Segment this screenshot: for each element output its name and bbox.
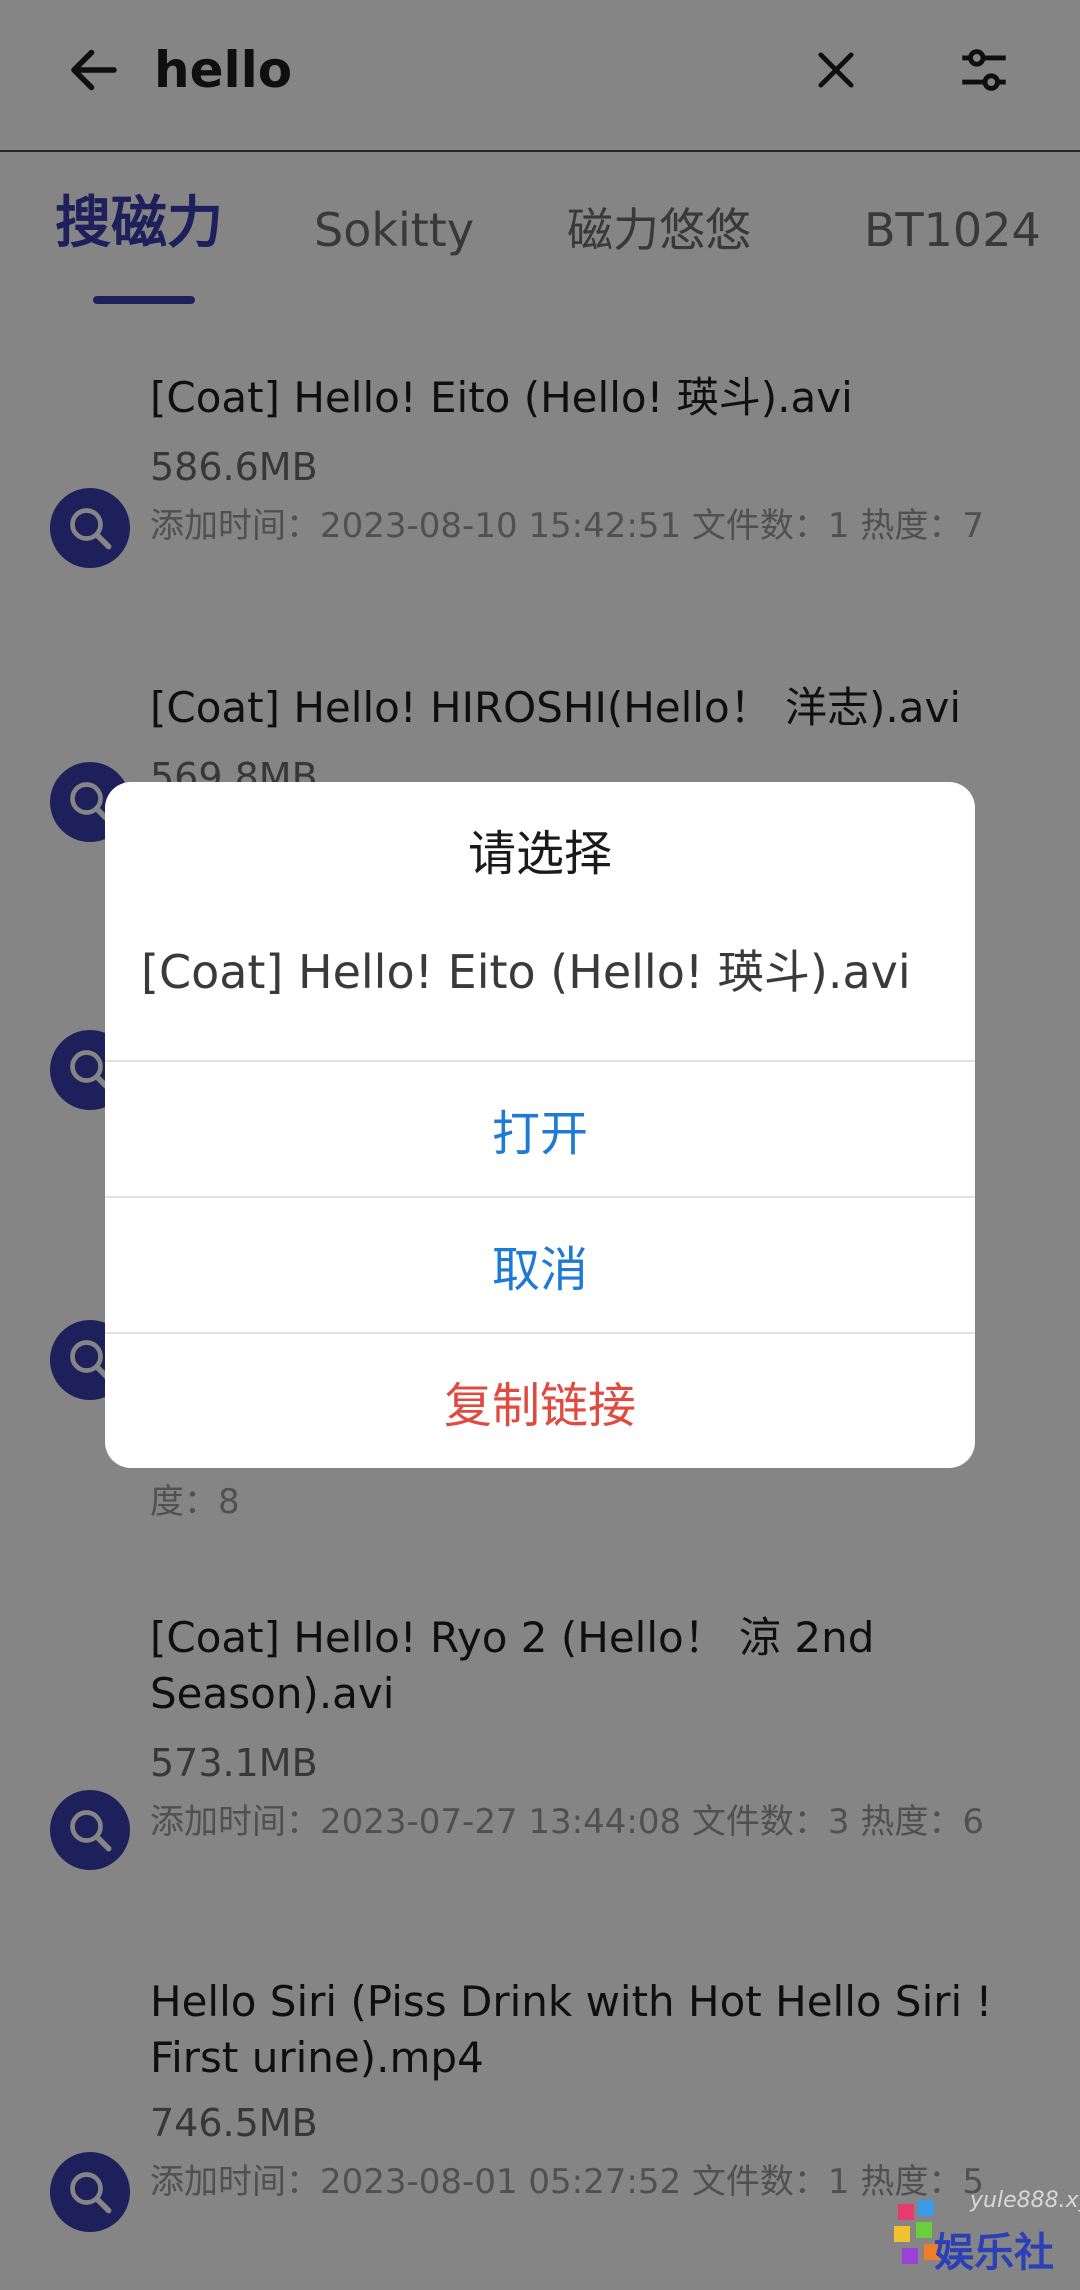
watermark-site: yule888.xyz — [970, 2188, 1080, 2213]
app-screen: hello 搜磁力 Sokitty 磁力悠悠 BT1024 [Coat] Hel… — [0, 0, 1080, 2290]
copy-link-button[interactable]: 复制链接 — [105, 1334, 975, 1468]
watermark-logo: yule888.xyz 娱乐社区 — [890, 2180, 1080, 2290]
open-button[interactable]: 打开 — [105, 1062, 975, 1196]
choose-action-dialog: 请选择 [Coat] Hello! Eito (Hello! 瑛斗).avi 打… — [105, 782, 975, 1468]
dialog-title: 请选择 — [467, 826, 612, 882]
watermark-name: 娱乐社区 — [934, 2230, 1054, 2290]
cancel-button[interactable]: 取消 — [105, 1198, 975, 1332]
dialog-message: [Coat] Hello! Eito (Hello! 瑛斗).avi — [141, 945, 911, 999]
